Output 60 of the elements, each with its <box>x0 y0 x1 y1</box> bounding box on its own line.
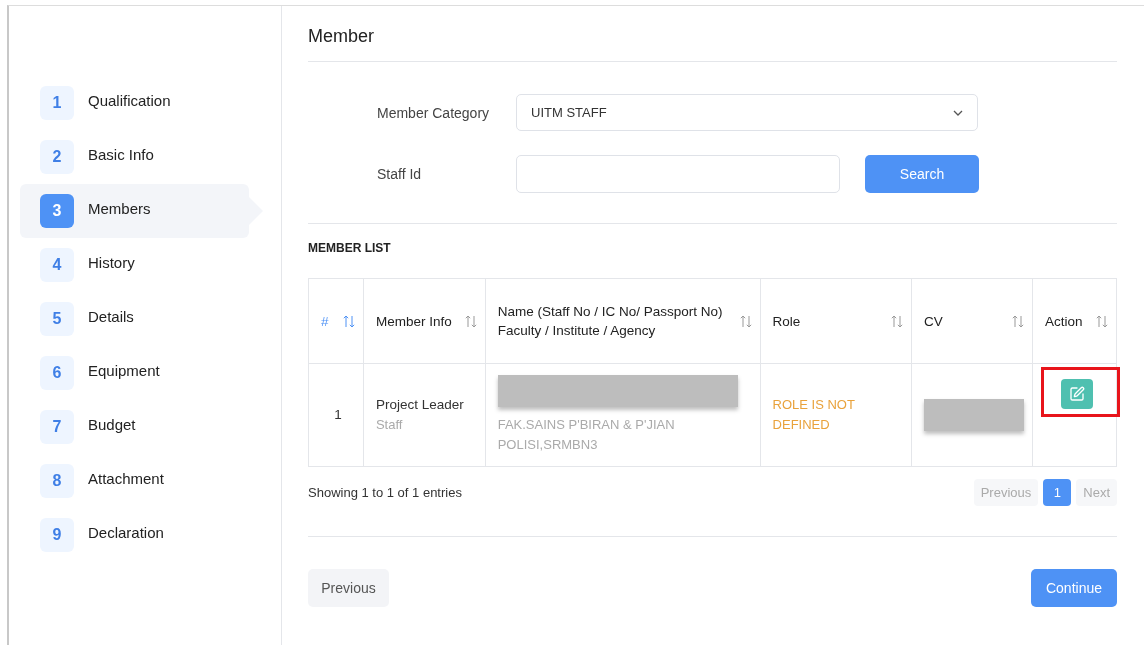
step-label: Details <box>88 307 134 325</box>
step-label: Declaration <box>88 523 164 541</box>
step-number: 9 <box>40 518 74 552</box>
section-title: MEMBER LIST <box>308 241 392 255</box>
step-item[interactable]: 7 Budget <box>20 400 249 454</box>
column-header[interactable]: CV <box>911 278 1033 364</box>
step-item[interactable]: 2 Basic Info <box>20 130 249 184</box>
faculty-text: FAK.SAINS P'BIRAN & P'JIAN POLISI,SRMBN3 <box>497 416 676 454</box>
step-item[interactable]: 4 History <box>20 238 249 292</box>
column-title: Action <box>1045 312 1083 331</box>
step-label: Equipment <box>88 361 160 379</box>
step-item[interactable]: 5 Details <box>20 292 249 346</box>
step-label: Members <box>88 199 151 217</box>
sort-icon[interactable] <box>739 314 752 328</box>
column-title: Name (Staff No / IC No/ Passport No) <box>497 303 723 321</box>
step-number: 3 <box>40 194 74 228</box>
step-number: 7 <box>40 410 74 444</box>
staff-id-field[interactable] <box>516 155 840 193</box>
step-item[interactable]: 1 Qualification <box>20 76 249 130</box>
step-label: Attachment <box>88 469 164 487</box>
step-item[interactable]: 8 Attachment <box>20 454 249 508</box>
role-text: ROLE IS NOT DEFINED <box>772 396 856 434</box>
column-subtitle: Faculty / Institute / Agency <box>497 322 657 340</box>
column-header[interactable]: Action <box>1032 278 1117 364</box>
column-title: Role <box>772 312 801 331</box>
step-label: Qualification <box>88 91 171 109</box>
member-type: Staff <box>375 416 404 434</box>
field-label: Staff Id <box>377 165 423 184</box>
step-number: 4 <box>40 248 74 282</box>
step-label: History <box>88 253 135 271</box>
column-title: # <box>321 312 329 331</box>
step-number: 1 <box>40 86 74 120</box>
previous-button[interactable]: Previous <box>308 569 389 607</box>
sort-icon[interactable] <box>1096 314 1108 328</box>
member-position: Project Leader <box>375 396 465 414</box>
step-item[interactable]: 9 Declaration <box>20 508 249 562</box>
edit-button[interactable] <box>1060 379 1093 409</box>
step-item[interactable]: 6 Equipment <box>20 346 249 400</box>
column-header[interactable]: Name (Staff No / IC No/ Passport No) Faculty / Institute / Agency <box>485 278 761 364</box>
column-header[interactable]: Member Info <box>363 278 486 364</box>
step-number: 2 <box>40 140 74 174</box>
step-number: 6 <box>40 356 74 390</box>
column-title: Member Info <box>375 312 452 331</box>
page-title: Member <box>308 26 1117 62</box>
column-header[interactable]: Role <box>760 278 912 364</box>
field-label: Member Category <box>377 103 491 123</box>
step-label: Basic Info <box>88 145 154 163</box>
category-select[interactable]: UITM STAFF <box>516 94 978 131</box>
row-number: 1 <box>308 363 364 467</box>
edit-icon <box>1068 386 1085 402</box>
sort-icon[interactable] <box>1012 314 1025 328</box>
step-number: 8 <box>40 464 74 498</box>
sort-icon[interactable] <box>891 314 904 328</box>
step-label: Budget <box>88 415 136 433</box>
step-number: 5 <box>40 302 74 336</box>
column-title: CV <box>924 312 943 331</box>
sort-icon[interactable] <box>342 314 355 328</box>
chevron-down-icon <box>953 109 963 116</box>
sort-icon[interactable] <box>464 314 477 328</box>
entries-summary: Showing 1 to 1 of 1 entries <box>308 485 462 500</box>
